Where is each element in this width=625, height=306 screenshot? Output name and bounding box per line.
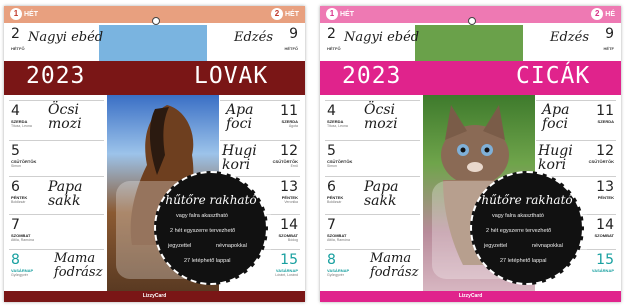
handwritten-note: Hugi kori — [222, 143, 257, 173]
day-cell: 4 SZERDA Titusz, Leona — [11, 103, 32, 128]
day-name: HÉTF — [603, 46, 614, 51]
year-title: 2023 — [342, 63, 402, 89]
week-number-badge: 2 — [271, 8, 283, 20]
handwritten-note: Edzés — [550, 30, 590, 45]
feature-item: jegyzettel — [168, 243, 192, 249]
feature-item: 27 letéphető lappal — [500, 258, 547, 264]
divider — [220, 140, 300, 141]
day-cell: 11 SZERDA — [596, 103, 614, 124]
brand-logo: LizzyCard — [142, 293, 167, 299]
feature-item: jegyzettel — [484, 243, 508, 249]
divider — [536, 140, 616, 141]
calendar-title: LOVAK — [194, 63, 269, 89]
week-number-badge: 1 — [10, 8, 22, 20]
day-cell: 7 SZOMBAT Attila, Ramóna — [327, 217, 350, 242]
day-cell: 11 SZERDA Ágota — [280, 103, 298, 128]
divider — [325, 140, 420, 141]
handwritten-note: Edzés — [234, 30, 274, 45]
feature-item: vagy falra akasztható — [176, 213, 228, 219]
sky-photo-strip — [99, 25, 207, 61]
day-name: HÉTFŐ — [284, 46, 298, 51]
divider — [325, 100, 420, 101]
week-right-label: 2 HÉT — [271, 8, 299, 20]
day-number: 2 — [327, 26, 336, 42]
day-cell: 5 CSÜTÖRTÖK Simon — [327, 143, 353, 168]
feature-badge: hűtőre rakható vagy falra akasztható 2 h… — [154, 171, 268, 285]
footer-band: LizzyCard — [320, 291, 621, 302]
handwritten-note: Apa foci — [226, 102, 254, 132]
handwritten-note: Nagyi ebéd — [344, 30, 420, 45]
feature-item: névnapokkal — [532, 243, 563, 249]
day-cell: 13 PÉNTEK Veronika — [280, 179, 298, 204]
day-number: 9 — [289, 26, 298, 42]
divider — [9, 100, 104, 101]
hanging-hole — [151, 17, 160, 25]
hanging-hole — [467, 17, 476, 25]
day-cell: 6 PÉNTEK Boldizsár — [327, 179, 344, 204]
day-cell: 5 CSÜTÖRTÖK Simon — [11, 143, 37, 168]
year-title: 2023 — [26, 63, 86, 89]
calendar-horses: 1 HÉT 2 HÉT 2 HÉTFŐ Nagyi ebéd Edzés 9 HÉT… — [4, 6, 305, 302]
feature-item: 27 letéphető lappal — [184, 258, 231, 264]
day-number: 2 — [11, 26, 20, 42]
day-cell: 12 CSÜTÖRTÖK Ernő — [272, 143, 298, 168]
handwritten-note: Öcsi mozi — [364, 102, 398, 132]
calendar-title: CICÁK — [516, 63, 591, 89]
day-cell: 13 PÉNTEK — [596, 179, 614, 200]
handwritten-note: Apa foci — [542, 102, 570, 132]
handwritten-note: Hugi kori — [538, 143, 573, 173]
title-band: 2023 CICÁK — [320, 61, 621, 95]
divider — [9, 140, 104, 141]
day-cell-sunday: 15 VASÁRNAP — [591, 252, 614, 273]
handwritten-note: Papa sakk — [48, 179, 83, 209]
week-left-label: 1 HÉT — [326, 8, 354, 20]
day-cell-sunday: 8 VASÁRNAP Gyöngyvér — [327, 252, 350, 277]
feature-badge: hűtőre rakható vagy falra akasztható 2 h… — [470, 171, 584, 285]
day-name: HÉTFŐ — [327, 46, 341, 51]
day-cell-sunday: 8 VASÁRNAP Gyöngyvér — [11, 252, 34, 277]
badge-title: hűtőre rakható — [165, 193, 257, 207]
handwritten-note: Mama fodrász — [370, 251, 419, 280]
footer-band: LizzyCard — [4, 291, 305, 302]
handwritten-note: Nagyi ebéd — [28, 30, 104, 45]
divider — [325, 176, 420, 177]
divider — [536, 100, 616, 101]
day-cell: 6 PÉNTEK Boldizsár — [11, 179, 28, 204]
day-cell: 7 SZOMBAT Attila, Ramóna — [11, 217, 34, 242]
divider — [220, 100, 300, 101]
badge-title: hűtőre rakható — [481, 193, 573, 207]
divider — [325, 249, 420, 250]
divider — [9, 249, 104, 250]
feature-item: névnapokkal — [216, 243, 247, 249]
handwritten-note: Öcsi mozi — [48, 102, 82, 132]
day-name: HÉTFŐ — [11, 46, 25, 51]
feature-item: 2 hét egyszerre tervezhető — [486, 228, 552, 234]
day-cell: 14 SZOMBAT — [594, 217, 614, 238]
day-cell: 14 SZOMBAT Bódog — [278, 217, 298, 242]
week-left-label: 1 HÉT — [10, 8, 38, 20]
title-band: 2023 LOVAK — [4, 61, 305, 95]
day-cell: 4 SZERDA Titusz, Leona — [327, 103, 348, 128]
week-number-badge: 1 — [326, 8, 338, 20]
day-cell-sunday: 15 VASÁRNAP Lóránt, Loránd — [275, 252, 298, 277]
handwritten-note: Papa sakk — [364, 179, 399, 209]
day-cell: 12 CSÜTÖRTÖK — [588, 143, 614, 164]
grass-photo-strip — [415, 25, 523, 61]
divider — [9, 176, 104, 177]
week-right-label: 2 HÉ — [591, 8, 615, 20]
feature-item: 2 hét egyszerre tervezhető — [170, 228, 236, 234]
handwritten-note: Mama fodrász — [54, 251, 103, 280]
week-number-badge: 2 — [591, 8, 604, 20]
calendar-cats: 1 HÉT 2 HÉ 2 HÉTFŐ Nagyi ebéd Edzés 9 HÉTF… — [320, 6, 621, 302]
divider — [325, 214, 420, 215]
divider — [9, 214, 104, 215]
brand-logo: LizzyCard — [458, 293, 483, 299]
feature-item: vagy falra akasztható — [492, 213, 544, 219]
day-number: 9 — [605, 26, 614, 42]
